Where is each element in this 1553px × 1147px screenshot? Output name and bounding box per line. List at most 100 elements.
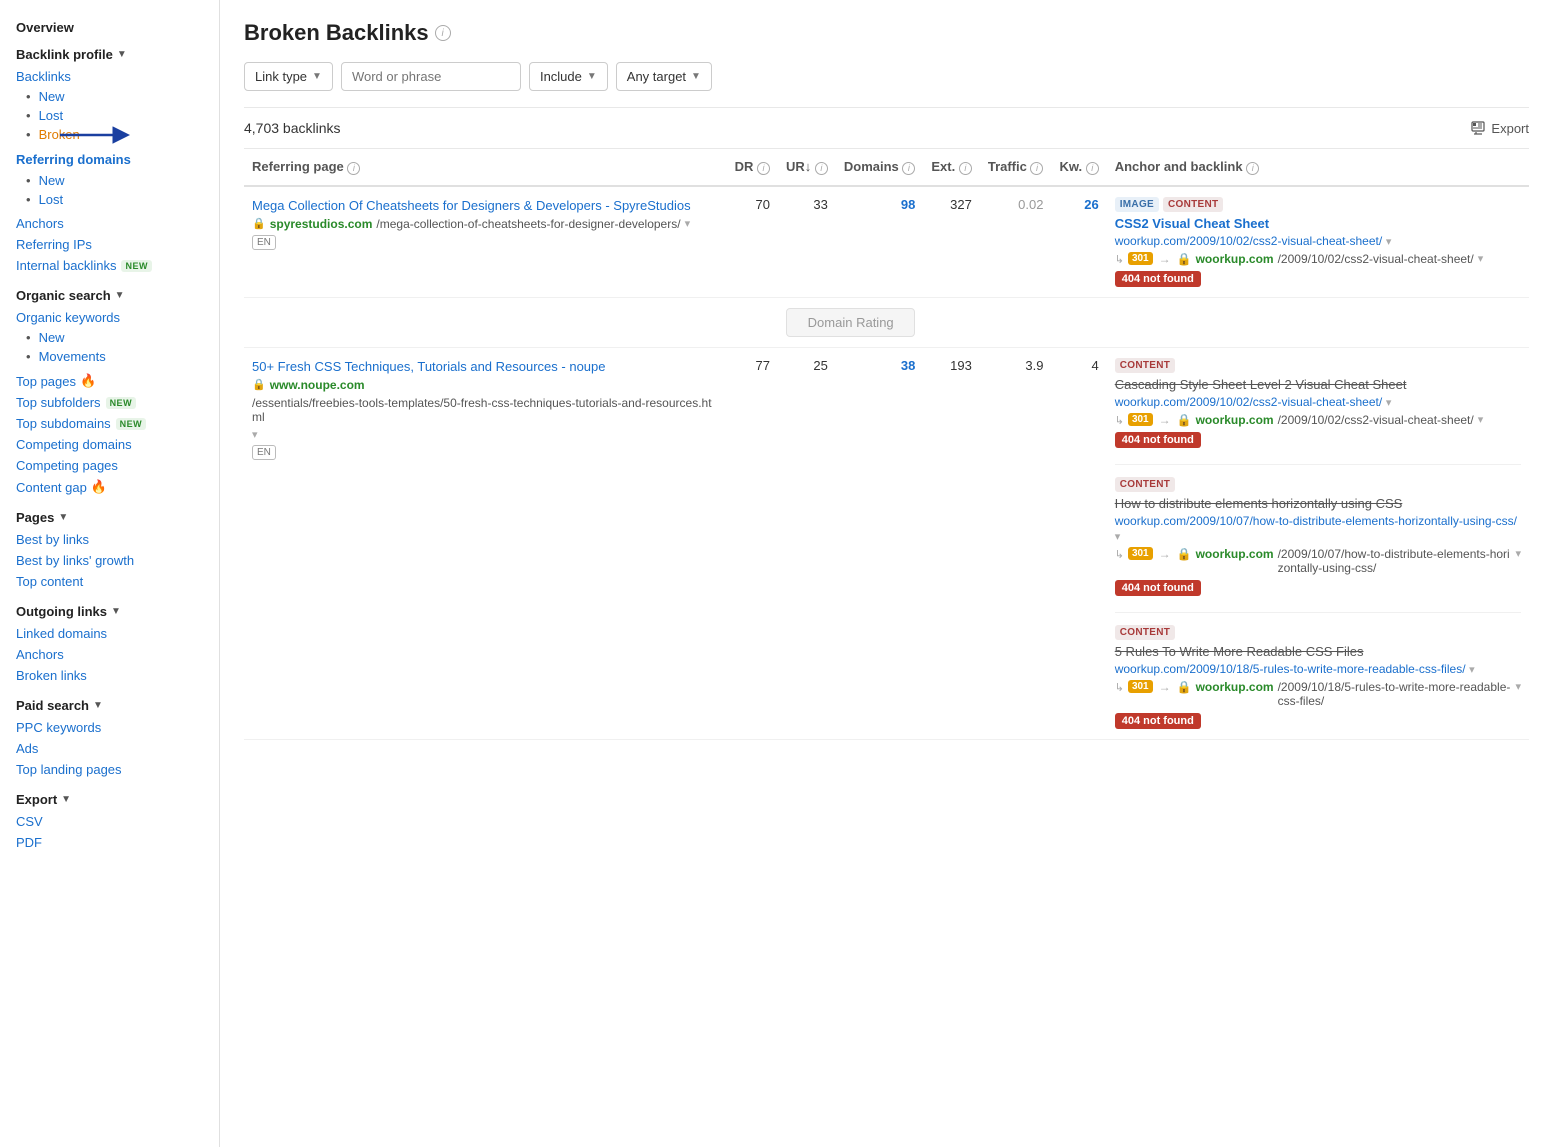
ur-cell: 33 — [778, 186, 836, 298]
anchor-link[interactable]: CSS2 Visual Cheat Sheet — [1115, 216, 1269, 231]
sidebar-pages[interactable]: Pages ▼ — [0, 506, 219, 529]
any-target-filter[interactable]: Any target ▼ — [616, 62, 712, 91]
sidebar-item-pdf[interactable]: PDF — [0, 832, 219, 853]
sidebar-item-backlinks-new[interactable]: New — [0, 87, 219, 106]
not-found-badge: 404 not found — [1115, 580, 1201, 596]
dropdown-icon[interactable]: ▾ — [1386, 397, 1392, 409]
sidebar-item-organic-keywords[interactable]: Organic keywords — [0, 307, 219, 328]
sidebar-item-organic-new[interactable]: New — [0, 328, 219, 347]
dropdown-icon[interactable]: ▾ — [1386, 236, 1392, 248]
referring-page-cell: Mega Collection Of Cheatsheets for Desig… — [244, 186, 727, 298]
info-icon[interactable]: i — [959, 162, 972, 175]
info-icon[interactable]: i — [757, 162, 770, 175]
info-icon[interactable]: i — [1246, 162, 1259, 175]
tag-content: CONTENT — [1115, 625, 1175, 640]
sidebar-export[interactable]: Export ▼ — [0, 788, 219, 811]
redirect-path: /2009/10/07/how-to-distribute-elements-h… — [1278, 547, 1512, 575]
sidebar-item-backlinks[interactable]: Backlinks — [0, 66, 219, 87]
anchor-url[interactable]: woorkup.com/2009/10/07/how-to-distribute… — [1115, 514, 1517, 528]
info-icon[interactable]: i — [435, 25, 451, 41]
ref-title-link[interactable]: Mega Collection Of Cheatsheets for Desig… — [252, 198, 691, 213]
sidebar-outgoing-links[interactable]: Outgoing links ▼ — [0, 600, 219, 623]
sidebar-item-refdomains-lost[interactable]: Lost — [0, 190, 219, 209]
sidebar-item-linked-domains[interactable]: Linked domains — [0, 623, 219, 644]
redirect-domain: woorkup.com — [1196, 680, 1274, 694]
sidebar-backlink-profile[interactable]: Backlink profile ▼ — [0, 43, 219, 66]
sidebar-item-top-landing-pages[interactable]: Top landing pages — [0, 759, 219, 780]
anchor-url[interactable]: woorkup.com/2009/10/18/5-rules-to-write-… — [1115, 662, 1466, 676]
sidebar-item-broken-links[interactable]: Broken links — [0, 665, 219, 686]
table-row: Mega Collection Of Cheatsheets for Desig… — [244, 186, 1529, 298]
info-icon[interactable]: i — [1030, 162, 1043, 175]
lang-badge: EN — [252, 445, 276, 460]
col-dr[interactable]: DR i — [727, 149, 778, 186]
sidebar-item-refdomains-new[interactable]: New — [0, 171, 219, 190]
sidebar-item-backlinks-broken[interactable]: Broken — [0, 125, 219, 144]
anchor-url[interactable]: woorkup.com/2009/10/02/css2-visual-cheat… — [1115, 234, 1382, 248]
col-domains[interactable]: Domains i — [836, 149, 924, 186]
sidebar-item-content-gap[interactable]: Content gap 🔥 — [0, 476, 219, 498]
col-referring-page[interactable]: Referring page i — [244, 149, 727, 186]
redirect-path: /2009/10/02/css2-visual-cheat-sheet/ — [1278, 252, 1474, 266]
not-found-badge: 404 not found — [1115, 432, 1201, 448]
sidebar-item-anchors-out[interactable]: Anchors — [0, 644, 219, 665]
ext-cell: 327 — [923, 186, 979, 298]
sidebar-item-best-by-links[interactable]: Best by links — [0, 529, 219, 550]
dropdown-icon[interactable]: ▾ — [1469, 664, 1475, 676]
include-filter[interactable]: Include ▼ — [529, 62, 608, 91]
sidebar-overview[interactable]: Overview — [0, 16, 219, 39]
redirect-301-badge: 301 — [1128, 680, 1153, 693]
col-traffic[interactable]: Traffic i — [980, 149, 1052, 186]
sidebar-item-csv[interactable]: CSV — [0, 811, 219, 832]
main-content: Broken Backlinks i Link type ▼ Include ▼… — [220, 0, 1553, 1147]
lock-icon: 🔒 — [1177, 547, 1192, 561]
sidebar-item-organic-movements[interactable]: Movements — [0, 347, 219, 366]
sidebar-item-competing-pages[interactable]: Competing pages — [0, 455, 219, 476]
sidebar-item-top-content[interactable]: Top content — [0, 571, 219, 592]
dropdown-icon[interactable]: ▾ — [1515, 547, 1521, 560]
sidebar-item-top-pages[interactable]: Top pages 🔥 — [0, 370, 219, 392]
dropdown-icon[interactable]: ▾ — [685, 217, 691, 230]
domain-rating-tooltip: Domain Rating — [786, 308, 915, 337]
word-phrase-input[interactable] — [341, 62, 521, 91]
sidebar-paid-search[interactable]: Paid search ▼ — [0, 694, 219, 717]
dropdown-icon[interactable]: ▾ — [1478, 413, 1484, 426]
sidebar-item-backlinks-lost[interactable]: Lost — [0, 106, 219, 125]
dropdown-icon[interactable]: ▾ — [1115, 531, 1121, 543]
sidebar-item-internal-backlinks[interactable]: Internal backlinks NEW — [0, 255, 219, 276]
chevron-down-icon: ▼ — [115, 290, 125, 301]
col-anchor[interactable]: Anchor and backlink i — [1107, 149, 1529, 186]
sidebar-item-ppc-keywords[interactable]: PPC keywords — [0, 717, 219, 738]
chevron-down-icon: ▼ — [312, 71, 322, 82]
sidebar-item-top-subdomains[interactable]: Top subdomains NEW — [0, 413, 219, 434]
sidebar-organic-search[interactable]: Organic search ▼ — [0, 284, 219, 307]
sidebar-item-top-subfolders[interactable]: Top subfolders NEW — [0, 392, 219, 413]
sidebar-item-competing-domains[interactable]: Competing domains — [0, 434, 219, 455]
redirect-301-badge: 301 — [1128, 252, 1153, 265]
domains-cell: 98 — [836, 186, 924, 298]
dropdown-icon[interactable]: ▾ — [1478, 252, 1484, 265]
sidebar-item-best-by-links-growth[interactable]: Best by links' growth — [0, 550, 219, 571]
info-icon[interactable]: i — [815, 162, 828, 175]
info-icon[interactable]: i — [902, 162, 915, 175]
export-button[interactable]: Export — [1471, 121, 1529, 136]
col-ext[interactable]: Ext. i — [923, 149, 979, 186]
dropdown-icon[interactable]: ▾ — [252, 428, 258, 441]
ref-title-link[interactable]: 50+ Fresh CSS Techniques, Tutorials and … — [252, 359, 606, 374]
chevron-down-icon: ▼ — [58, 512, 68, 523]
col-kw[interactable]: Kw. i — [1051, 149, 1106, 186]
chevron-down-icon: ▼ — [93, 700, 103, 711]
info-icon[interactable]: i — [347, 162, 360, 175]
redirect-path: /2009/10/02/css2-visual-cheat-sheet/ — [1278, 413, 1474, 427]
link-type-filter[interactable]: Link type ▼ — [244, 62, 333, 91]
ref-path: /essentials/freebies-tools-templates/50-… — [252, 396, 719, 424]
anchor-url[interactable]: woorkup.com/2009/10/02/css2-visual-cheat… — [1115, 395, 1382, 409]
col-ur[interactable]: UR↓ i — [778, 149, 836, 186]
dropdown-icon[interactable]: ▾ — [1515, 680, 1521, 693]
info-icon[interactable]: i — [1086, 162, 1099, 175]
sidebar-item-anchors[interactable]: Anchors — [0, 213, 219, 234]
sidebar-item-referring-domains[interactable]: Referring domains — [0, 148, 219, 171]
sidebar-item-ads[interactable]: Ads — [0, 738, 219, 759]
sidebar-item-referring-ips[interactable]: Referring IPs — [0, 234, 219, 255]
chevron-down-icon: ▼ — [587, 71, 597, 82]
